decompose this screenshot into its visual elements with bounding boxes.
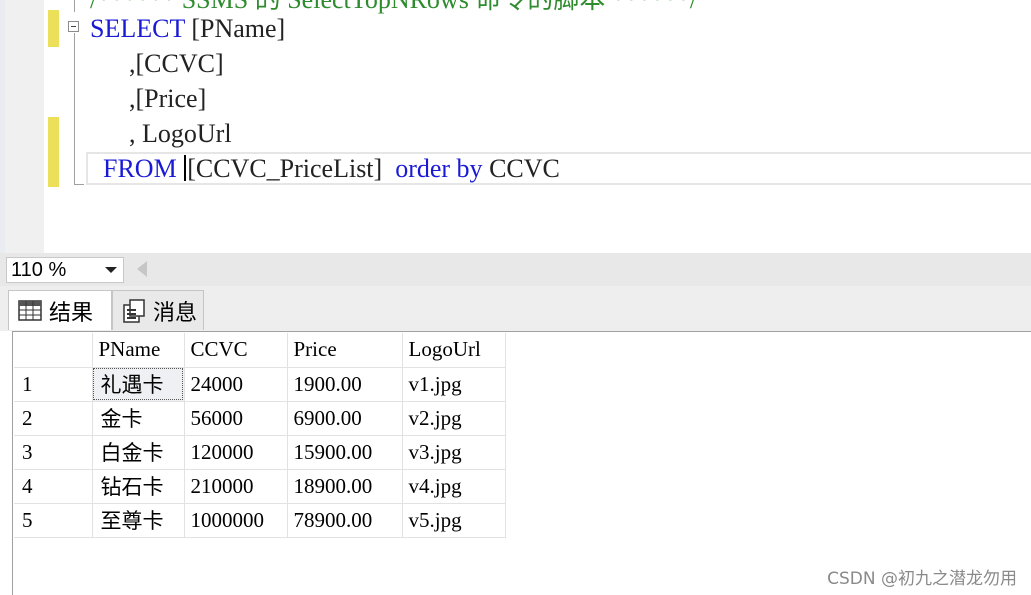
sql-editor[interactable]: /****** SSMS 的 SelectTopNRows 命令的脚本 ****…	[0, 0, 1031, 253]
code-line-4[interactable]: , LogoUrl	[90, 116, 232, 151]
cell-logourl[interactable]: v3.jpg	[402, 435, 506, 470]
zoom-dropdown[interactable]: 110 %	[6, 257, 124, 283]
row-number-header[interactable]	[14, 333, 93, 368]
messages-icon	[123, 298, 145, 323]
tab-results-label: 结果	[49, 299, 94, 325]
code-line-1[interactable]: SELECT [PName]	[90, 11, 285, 46]
row-number[interactable]: 4	[14, 469, 93, 504]
line-number-gutter	[5, 0, 44, 253]
cell-logourl[interactable]: v1.jpg	[402, 367, 506, 402]
cell-price[interactable]: 6900.00	[287, 401, 403, 436]
change-marker	[48, 10, 59, 47]
results-tab-strip: 结果 消息	[0, 286, 1031, 331]
cell-pname[interactable]: 金卡	[92, 401, 185, 436]
results-grid[interactable]: PName CCVC Price LogoUrl 1 礼遇卡 24000 190…	[14, 333, 506, 538]
results-pane[interactable]: PName CCVC Price LogoUrl 1 礼遇卡 24000 190…	[12, 331, 1031, 595]
table-row[interactable]: 1 礼遇卡 24000 1900.00 v1.jpg	[14, 367, 506, 402]
order-column: CCVC	[489, 154, 560, 183]
cell-pname[interactable]: 白金卡	[92, 435, 185, 470]
code-line-2[interactable]: ,[CCVC]	[90, 46, 224, 81]
cell-price[interactable]: 15900.00	[287, 435, 403, 470]
row-number[interactable]: 5	[14, 503, 93, 538]
cell-pname[interactable]: 钻石卡	[92, 469, 185, 504]
zoom-bar: 110 %	[0, 253, 1031, 286]
watermark: CSDN @初九之潜龙勿用	[827, 569, 1017, 589]
code-line-5[interactable]: FROM [CCVC_PriceList] order by CCVC	[90, 151, 560, 186]
grid-icon	[18, 299, 42, 321]
tab-results[interactable]: 结果	[8, 290, 112, 330]
table-row[interactable]: 2 金卡 56000 6900.00 v2.jpg	[14, 401, 506, 436]
cell-ccvc[interactable]: 210000	[184, 469, 288, 504]
fold-guide	[74, 0, 75, 12]
column-header-price[interactable]: Price	[287, 333, 403, 368]
cell-pname[interactable]: 至尊卡	[92, 503, 185, 538]
keyword-select: SELECT	[90, 14, 185, 43]
cell-pname[interactable]: 礼遇卡	[92, 367, 185, 402]
cell-price[interactable]: 1900.00	[287, 367, 403, 402]
collapse-icon[interactable]	[68, 21, 79, 32]
cell-logourl[interactable]: v4.jpg	[402, 469, 506, 504]
cell-ccvc[interactable]: 24000	[184, 367, 288, 402]
table-row[interactable]: 5 至尊卡 1000000 78900.00 v5.jpg	[14, 503, 506, 538]
table-row[interactable]: 4 钻石卡 210000 18900.00 v4.jpg	[14, 469, 506, 504]
row-number[interactable]: 1	[14, 367, 93, 402]
row-number[interactable]: 3	[14, 435, 93, 470]
cell-logourl[interactable]: v5.jpg	[402, 503, 506, 538]
text-cursor	[184, 155, 187, 181]
table-row[interactable]: 3 白金卡 120000 15900.00 v3.jpg	[14, 435, 506, 470]
scroll-left-arrow-icon[interactable]	[137, 261, 147, 277]
keyword-from: FROM	[103, 154, 177, 183]
cell-price[interactable]: 78900.00	[287, 503, 403, 538]
column-header-ccvc[interactable]: CCVC	[184, 333, 288, 368]
chevron-down-icon[interactable]	[105, 267, 117, 273]
fold-guide-end	[74, 184, 84, 185]
column-header-pname[interactable]: PName	[92, 333, 185, 368]
cell-ccvc[interactable]: 120000	[184, 435, 288, 470]
tab-messages[interactable]: 消息	[112, 290, 204, 330]
table-name: [CCVC_PriceList]	[187, 154, 383, 183]
code-line-3[interactable]: ,[Price]	[90, 81, 206, 116]
code-text: [PName]	[184, 14, 286, 43]
cell-logourl[interactable]: v2.jpg	[402, 401, 506, 436]
tab-messages-label: 消息	[153, 299, 198, 325]
zoom-value: 110 %	[11, 259, 67, 281]
cell-ccvc[interactable]: 1000000	[184, 503, 288, 538]
cell-ccvc[interactable]: 56000	[184, 401, 288, 436]
cell-price[interactable]: 18900.00	[287, 469, 403, 504]
change-marker	[48, 117, 59, 187]
row-number[interactable]: 2	[14, 401, 93, 436]
fold-guide	[74, 33, 75, 185]
column-header-logourl[interactable]: LogoUrl	[402, 333, 506, 368]
grid-header-row: PName CCVC Price LogoUrl	[14, 333, 506, 368]
keyword-order-by: order by	[395, 154, 483, 183]
